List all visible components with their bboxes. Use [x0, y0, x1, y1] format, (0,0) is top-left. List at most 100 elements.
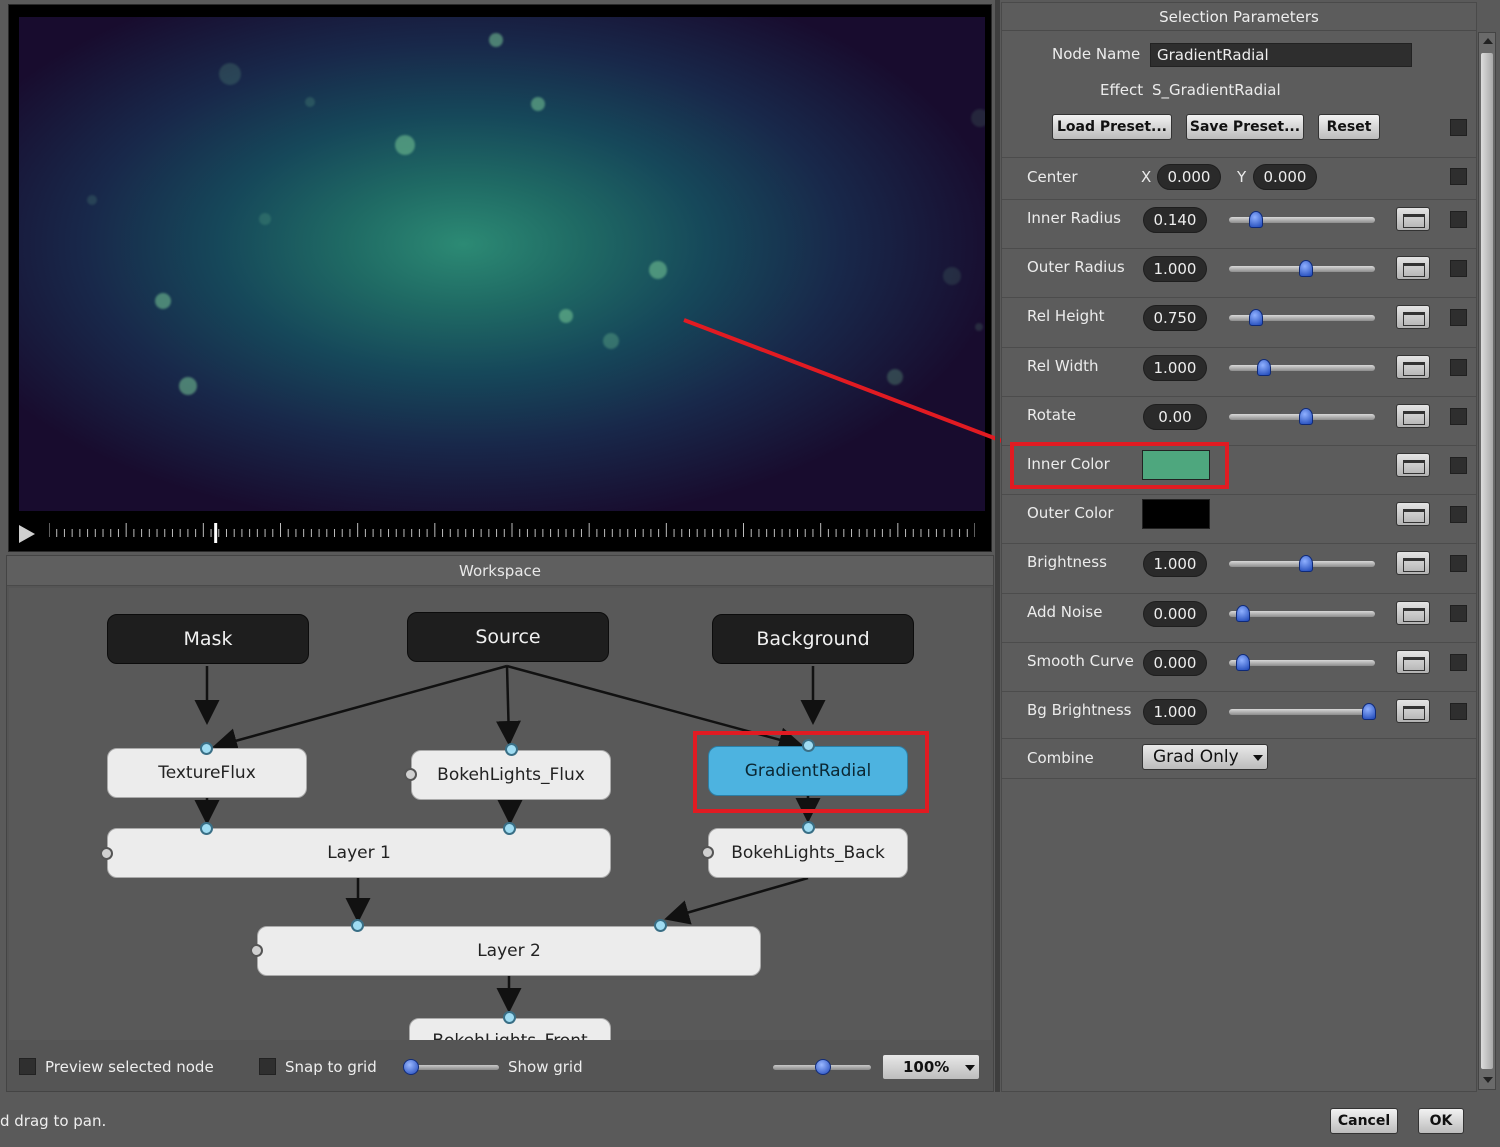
keyframe-toggle[interactable]	[1450, 605, 1467, 622]
keyframe-toggle[interactable]	[1450, 506, 1467, 523]
param-value-input[interactable]: 0.000	[1143, 650, 1207, 676]
param-slider[interactable]	[1229, 365, 1375, 371]
node-bokehlights-flux[interactable]: BokehLights_Flux	[411, 750, 611, 800]
port-mask[interactable]	[100, 847, 113, 860]
param-slider-knob[interactable]	[1299, 260, 1313, 277]
center-x-input[interactable]: 0.000	[1157, 164, 1221, 190]
scroll-down-icon[interactable]	[1483, 1077, 1493, 1083]
load-preset-button[interactable]: Load Preset...	[1052, 114, 1172, 140]
curve-editor-button[interactable]	[1396, 453, 1430, 477]
node-gradientradial[interactable]: GradientRadial	[708, 746, 908, 796]
param-value-input[interactable]: 1.000	[1143, 551, 1207, 577]
port-mask[interactable]	[701, 846, 714, 859]
keyframe-toggle[interactable]	[1450, 119, 1467, 136]
node-source[interactable]: Source	[407, 612, 609, 662]
keyframe-toggle[interactable]	[1450, 359, 1467, 376]
node-bokehlights-back[interactable]: BokehLights_Back	[708, 828, 908, 878]
curve-editor-button[interactable]	[1396, 355, 1430, 379]
param-slider[interactable]	[1229, 611, 1375, 617]
row-separator	[1002, 738, 1476, 739]
param-slider-knob[interactable]	[1257, 359, 1271, 376]
curve-editor-button[interactable]	[1396, 207, 1430, 231]
timeline-bar[interactable]	[9, 511, 991, 553]
preview-selected-checkbox[interactable]	[19, 1058, 36, 1075]
param-slider-knob[interactable]	[1362, 703, 1376, 720]
param-label: Inner Color	[1027, 455, 1110, 473]
port-input[interactable]	[802, 739, 815, 752]
color-swatch[interactable]	[1142, 450, 1210, 480]
reset-button[interactable]: Reset	[1318, 114, 1380, 140]
node-layer1[interactable]: Layer 1	[107, 828, 611, 878]
port-input[interactable]	[503, 1011, 516, 1024]
param-label: Smooth Curve	[1027, 652, 1134, 670]
param-value-input[interactable]: 1.000	[1143, 256, 1207, 282]
param-slider-knob[interactable]	[1236, 605, 1250, 622]
param-slider[interactable]	[1229, 660, 1375, 666]
keyframe-toggle[interactable]	[1450, 309, 1467, 326]
curve-editor-button[interactable]	[1396, 305, 1430, 329]
timeline-ruler[interactable]	[49, 523, 975, 543]
row-separator	[1002, 642, 1476, 643]
zoom-dropdown[interactable]: 100%	[882, 1054, 980, 1080]
param-value-input[interactable]: 0.000	[1143, 601, 1207, 627]
param-value-input[interactable]: 0.140	[1143, 207, 1207, 233]
port-input[interactable]	[200, 822, 213, 835]
keyframe-toggle[interactable]	[1450, 654, 1467, 671]
port-input[interactable]	[351, 919, 364, 932]
node-textureflux[interactable]: TextureFlux	[107, 748, 307, 798]
keyframe-toggle[interactable]	[1450, 260, 1467, 277]
port-input[interactable]	[503, 822, 516, 835]
param-slider-knob[interactable]	[1299, 555, 1313, 572]
panel-splitter[interactable]	[995, 0, 1000, 1092]
ok-button[interactable]: OK	[1418, 1108, 1464, 1134]
grid-size-slider-knob[interactable]	[403, 1059, 419, 1075]
center-y-input[interactable]: 0.000	[1253, 164, 1317, 190]
param-value-input[interactable]: 1.000	[1143, 355, 1207, 381]
curve-editor-button[interactable]	[1396, 256, 1430, 280]
param-slider-knob[interactable]	[1299, 408, 1313, 425]
zoom-slider-knob[interactable]	[815, 1059, 831, 1075]
keyframe-toggle[interactable]	[1450, 457, 1467, 474]
port-input[interactable]	[802, 821, 815, 834]
params-scrollbar[interactable]	[1478, 32, 1496, 1090]
center-label: Center	[1027, 168, 1078, 186]
curve-editor-button[interactable]	[1396, 502, 1430, 526]
node-name-input[interactable]: GradientRadial	[1150, 43, 1412, 67]
param-value-input[interactable]: 1.000	[1143, 699, 1207, 725]
keyframe-toggle[interactable]	[1450, 703, 1467, 720]
node-mask[interactable]: Mask	[107, 614, 309, 664]
snap-to-grid-checkbox[interactable]	[259, 1058, 276, 1075]
param-slider-knob[interactable]	[1236, 654, 1250, 671]
port-input[interactable]	[200, 742, 213, 755]
cancel-button[interactable]: Cancel	[1330, 1108, 1398, 1134]
keyframe-toggle[interactable]	[1450, 408, 1467, 425]
curve-editor-button[interactable]	[1396, 404, 1430, 428]
keyframe-toggle[interactable]	[1450, 168, 1467, 185]
port-mask[interactable]	[404, 768, 417, 781]
port-mask[interactable]	[250, 944, 263, 957]
play-icon[interactable]	[19, 525, 35, 543]
curve-editor-button[interactable]	[1396, 650, 1430, 674]
scroll-up-icon[interactable]	[1483, 38, 1493, 44]
color-swatch[interactable]	[1142, 499, 1210, 529]
param-slider-knob[interactable]	[1248, 309, 1263, 326]
node-background[interactable]: Background	[712, 614, 914, 664]
snap-to-grid-label: Snap to grid	[285, 1058, 377, 1076]
curve-editor-button[interactable]	[1396, 699, 1430, 723]
curve-editor-button[interactable]	[1396, 601, 1430, 625]
param-value-input[interactable]: 0.750	[1143, 305, 1207, 331]
curve-editor-button[interactable]	[1396, 551, 1430, 575]
param-value-input[interactable]: 0.00	[1143, 404, 1207, 430]
combine-dropdown[interactable]: Grad Only	[1142, 744, 1268, 770]
keyframe-toggle[interactable]	[1450, 555, 1467, 572]
port-input[interactable]	[654, 919, 667, 932]
keyframe-toggle[interactable]	[1450, 211, 1467, 228]
port-input[interactable]	[505, 743, 518, 756]
save-preset-button[interactable]: Save Preset...	[1186, 114, 1304, 140]
param-slider[interactable]	[1229, 709, 1375, 715]
node-layer2[interactable]: Layer 2	[257, 926, 761, 976]
row-separator	[1002, 778, 1476, 779]
node-graph-canvas[interactable]: Mask Source Background TextureFlux Bokeh…	[9, 588, 991, 1040]
param-slider-knob[interactable]	[1248, 211, 1263, 228]
scrollbar-thumb[interactable]	[1481, 53, 1493, 1069]
